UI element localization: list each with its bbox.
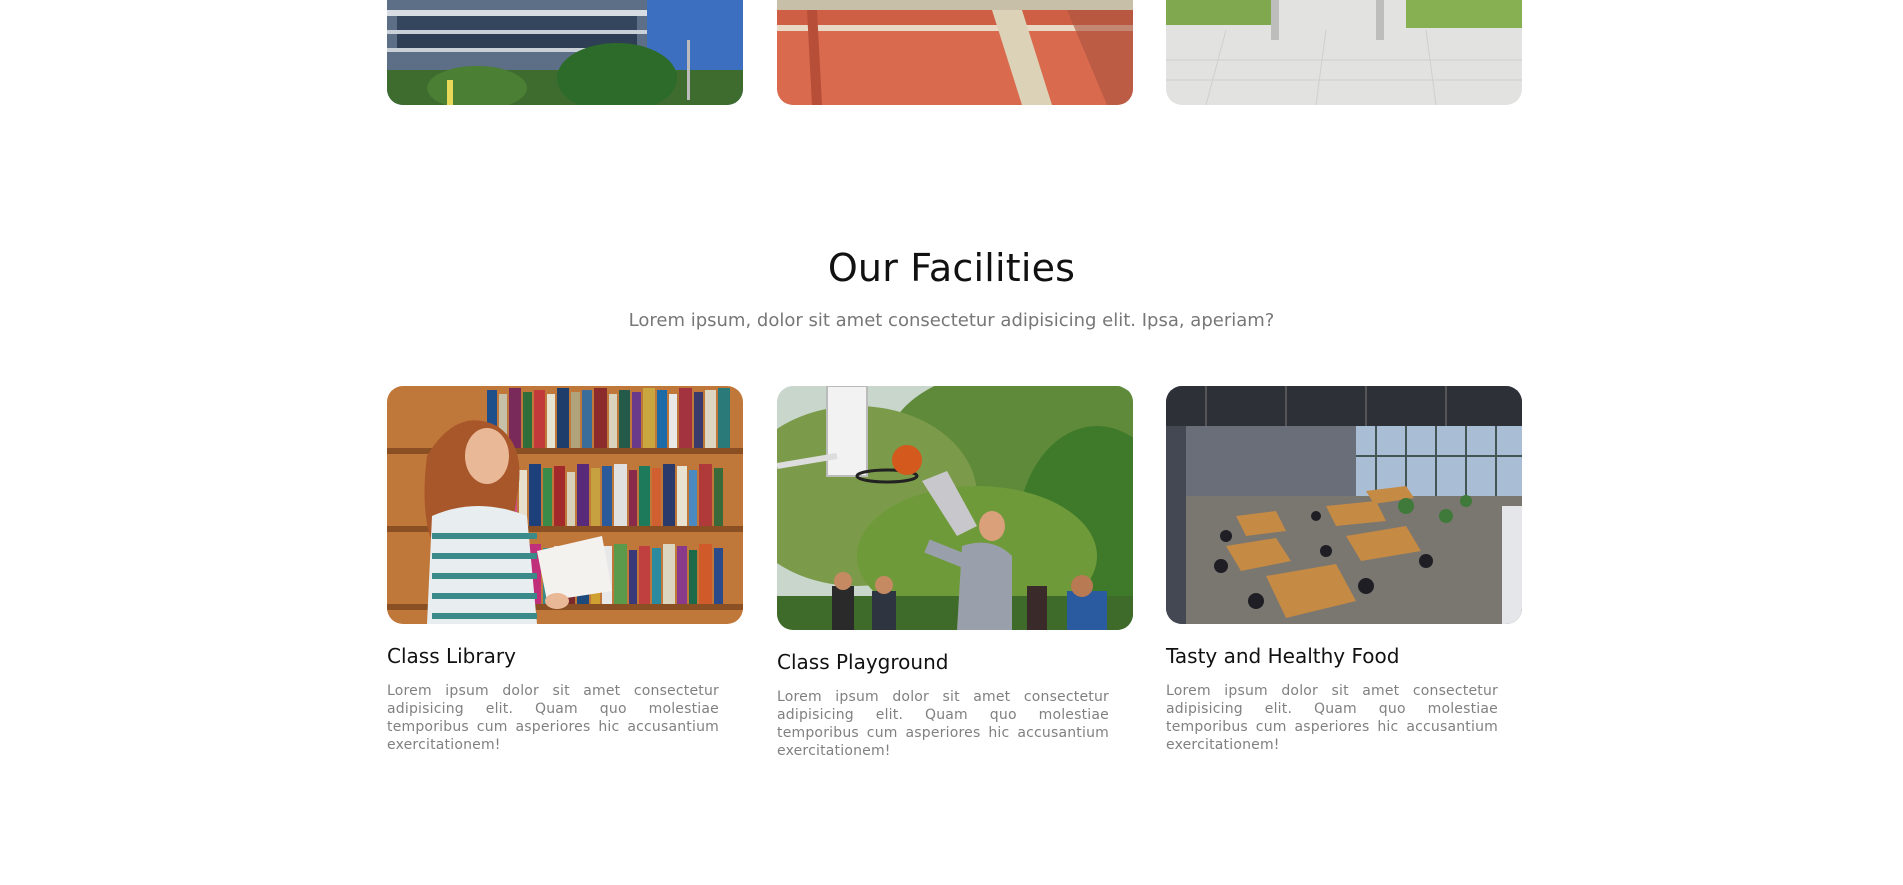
section-subtitle: Lorem ipsum, dolor sit amet consectetur … <box>628 310 1275 331</box>
card-description: Lorem ipsum dolor sit amet consectetur a… <box>387 683 719 753</box>
dining-hall-image <box>1166 386 1522 624</box>
facility-card-library: Class Library Lorem ipsum dolor sit amet… <box>387 386 743 754</box>
card-title: Class Playground <box>777 650 949 674</box>
card-description: Lorem ipsum dolor sit amet consectetur a… <box>777 689 1109 759</box>
playground-image <box>777 386 1133 630</box>
courtyard-image <box>1166 0 1522 105</box>
card-title: Tasty and Healthy Food <box>1166 644 1400 668</box>
card-title: Class Library <box>387 644 516 668</box>
library-image <box>387 386 743 624</box>
card-description: Lorem ipsum dolor sit amet consectetur a… <box>1166 683 1498 753</box>
facility-card-food: Tasty and Healthy Food Lorem ipsum dolor… <box>1166 386 1522 754</box>
facility-card-playground: Class Playground Lorem ipsum dolor sit a… <box>777 386 1133 760</box>
section-title: Our Facilities <box>827 246 1076 290</box>
page: Our Facilities Lorem ipsum, dolor sit am… <box>0 0 1903 885</box>
campus-building-image <box>387 0 743 105</box>
sports-court-image <box>777 0 1133 105</box>
